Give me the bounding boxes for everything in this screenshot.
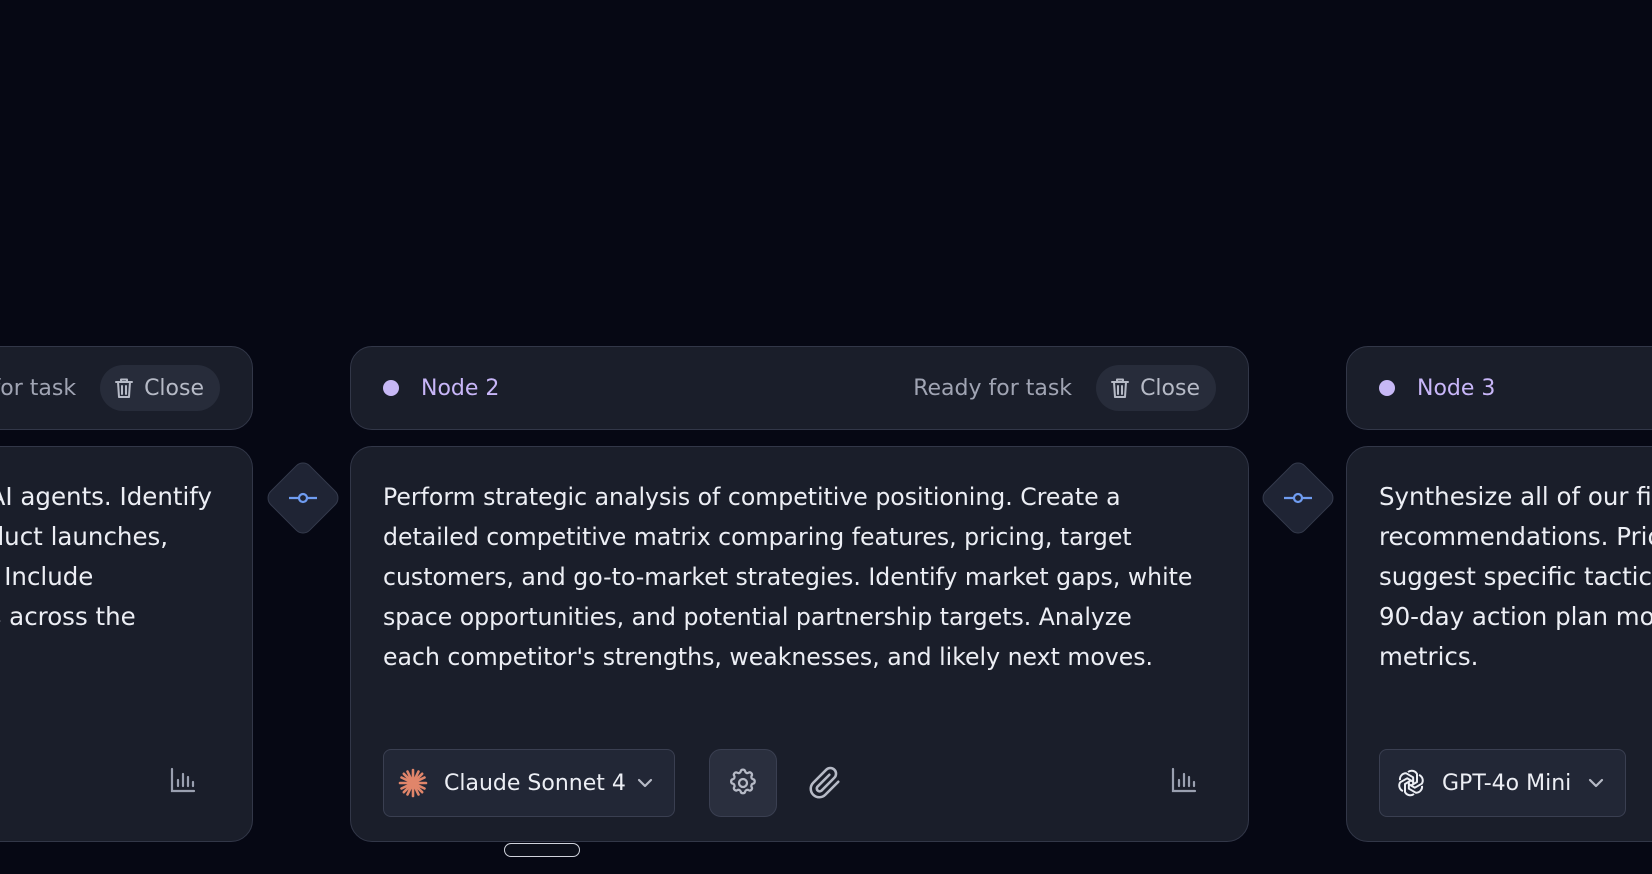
- node-2-settings-button[interactable]: [709, 749, 777, 817]
- node-2-close-label: Close: [1140, 375, 1200, 401]
- node-2-attach-button[interactable]: [807, 765, 843, 801]
- bar-chart-icon: [1171, 767, 1197, 793]
- node-2-status: Ready for task: [913, 375, 1073, 401]
- prompt-line: space opportunities, and potential partn…: [383, 603, 1132, 631]
- commit-icon: [1284, 492, 1312, 504]
- node-1-status: for task: [0, 375, 77, 401]
- node-3-prompt-text[interactable]: Synthesize all of our fi recommendations…: [1379, 477, 1652, 677]
- node-1-close-label: Close: [144, 375, 204, 401]
- node-3-status-dot: [1379, 380, 1395, 396]
- gear-icon: [730, 768, 756, 795]
- node-3-header: Node 3: [1346, 346, 1652, 430]
- node-3-title: Node 3: [1417, 375, 1496, 401]
- prompt-line: . Include: [0, 562, 94, 591]
- node-1-prompt-text: AI agents. Identify duct launches, . Inc…: [0, 477, 212, 637]
- node-1-stats-button[interactable]: [168, 765, 198, 795]
- node-1-prompt-card[interactable]: AI agents. Identify duct launches, . Inc…: [0, 446, 253, 842]
- node-2-prompt-text[interactable]: Perform strategic analysis of competitiv…: [383, 477, 1218, 677]
- node-connector[interactable]: [1258, 458, 1338, 538]
- node-1-header: for task Close: [0, 346, 253, 430]
- node-1-close-button[interactable]: Close: [100, 365, 220, 411]
- openai-icon: [1398, 769, 1424, 797]
- prompt-line: recommendations. Prio: [1379, 522, 1652, 551]
- prompt-line: detailed competitive matrix comparing fe…: [383, 523, 1132, 551]
- node-2-model-label: Claude Sonnet 4: [444, 770, 626, 796]
- prompt-line: 90-day action plan mo: [1379, 602, 1652, 631]
- prompt-line: metrics.: [1379, 642, 1479, 671]
- node-2-prompt-card[interactable]: Perform strategic analysis of competitiv…: [350, 446, 1249, 842]
- prompt-line: s across the: [0, 602, 136, 631]
- node-connector[interactable]: [263, 458, 343, 538]
- prompt-line: each competitor's strengths, weaknesses,…: [383, 643, 1154, 671]
- node-3-model-select[interactable]: GPT-4o Mini: [1379, 749, 1626, 817]
- prompt-line: Synthesize all of our fi: [1379, 482, 1652, 511]
- node-2-status-dot: [383, 380, 399, 396]
- prompt-line: suggest specific tactics: [1379, 562, 1652, 591]
- commit-icon: [289, 492, 317, 504]
- node-2-title: Node 2: [421, 375, 500, 401]
- prompt-line: AI agents. Identify: [0, 482, 212, 511]
- node-3-model-label: GPT-4o Mini: [1442, 770, 1572, 796]
- chevron-down-icon: [1588, 778, 1604, 788]
- paperclip-icon: [809, 766, 840, 799]
- node-2-header: Node 2 Ready for task Close: [350, 346, 1249, 430]
- trash-icon: [115, 378, 134, 398]
- prompt-line: duct launches,: [0, 522, 169, 551]
- node-2-model-select[interactable]: Claude Sonnet 4: [383, 749, 675, 817]
- prompt-line: Perform strategic analysis of competitiv…: [383, 483, 1121, 511]
- drag-handle[interactable]: [504, 843, 580, 857]
- prompt-line: customers, and go-to-market strategies. …: [383, 563, 1193, 591]
- node-2-stats-button[interactable]: [1169, 765, 1199, 795]
- node-2-close-button[interactable]: Close: [1096, 365, 1216, 411]
- trash-icon: [1111, 378, 1130, 398]
- node-3-prompt-card[interactable]: Synthesize all of our fi recommendations…: [1346, 446, 1652, 842]
- bar-chart-icon: [170, 767, 196, 793]
- claude-sparkle-icon: [398, 768, 428, 798]
- chevron-down-icon: [637, 778, 653, 788]
